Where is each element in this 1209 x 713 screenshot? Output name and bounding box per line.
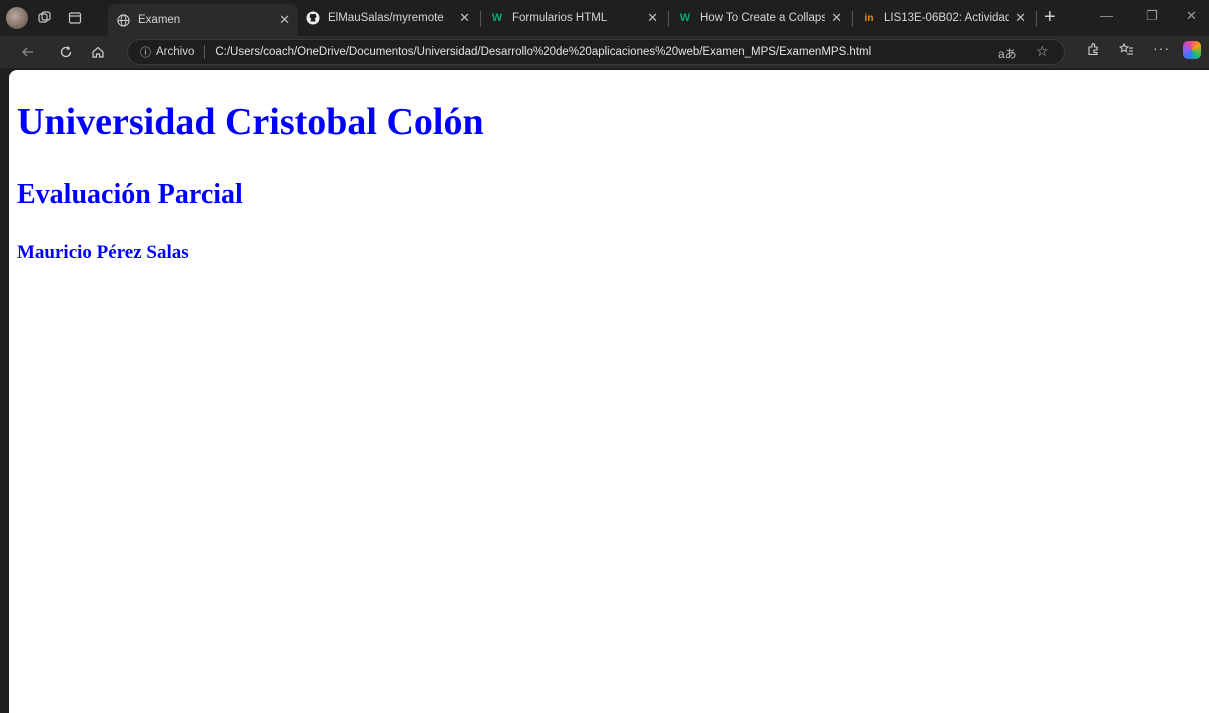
tab-actions-icon[interactable] — [62, 5, 88, 31]
globe-icon — [116, 13, 130, 27]
read-aloud-icon[interactable]: aあ — [998, 45, 1017, 62]
tab-divider — [852, 11, 853, 27]
tab-actividad[interactable]: in LIS13E-06B02: Actividad. 9 Eva ✕ — [854, 4, 1034, 32]
tab-close-icon[interactable]: ✕ — [1015, 10, 1026, 26]
more-options-icon[interactable]: ··· — [1153, 40, 1170, 56]
tab-divider — [480, 11, 481, 27]
info-icon[interactable]: ⓘ — [140, 44, 151, 60]
tab-divider — [668, 11, 669, 27]
page-heading: Universidad Cristobal Colón — [17, 101, 484, 143]
platform-icon: in — [864, 12, 874, 24]
w3schools-icon: W — [679, 12, 691, 24]
tab-close-icon[interactable]: ✕ — [647, 10, 658, 26]
copilot-icon[interactable] — [1183, 41, 1201, 59]
tab-close-icon[interactable]: ✕ — [459, 10, 470, 26]
back-icon[interactable] — [18, 42, 38, 62]
tab-collapsed-sidebar[interactable]: W How To Create a Collapsed Sid ✕ — [670, 4, 850, 32]
page-subheading: Evaluación Parcial — [17, 179, 243, 210]
address-bar[interactable]: ⓘ Archivo C:/Users/coach/OneDrive/Docume… — [127, 39, 1065, 65]
page-viewport: Universidad Cristobal Colón Evaluación P… — [9, 70, 1209, 713]
tab-title: Examen — [138, 14, 181, 26]
tab-formularios[interactable]: W Formularios HTML ✕ — [482, 4, 666, 32]
extensions-icon[interactable] — [1086, 42, 1100, 59]
refresh-icon[interactable] — [56, 42, 76, 62]
restore-icon[interactable]: ❐ — [1146, 8, 1158, 24]
tab-title: Formularios HTML — [512, 12, 608, 24]
tab-title: ElMauSalas/myremote — [328, 12, 444, 24]
tab-title: How To Create a Collapsed Sid — [700, 12, 826, 24]
tab-close-icon[interactable]: ✕ — [279, 12, 290, 28]
tab-examen[interactable]: Examen ✕ — [108, 4, 298, 36]
minimize-icon[interactable]: — — [1100, 8, 1113, 23]
new-tab-button[interactable]: + — [1044, 6, 1056, 28]
toolbar: ⓘ Archivo C:/Users/coach/OneDrive/Docume… — [0, 36, 1209, 68]
w3schools-icon: W — [491, 12, 503, 24]
favorite-star-icon[interactable]: ☆ — [1036, 43, 1049, 60]
author-name: Mauricio Pérez Salas — [17, 242, 189, 263]
window-close-icon[interactable]: ✕ — [1186, 8, 1197, 24]
tab-title: LIS13E-06B02: Actividad. 9 Eva — [884, 12, 1010, 24]
home-icon[interactable] — [88, 42, 108, 62]
tab-close-icon[interactable]: ✕ — [831, 10, 842, 26]
favorites-icon[interactable] — [1118, 42, 1134, 59]
address-divider — [204, 45, 206, 59]
github-icon — [306, 11, 320, 25]
workspaces-icon[interactable] — [32, 5, 58, 31]
profile-avatar[interactable] — [6, 7, 28, 29]
scheme-label: Archivo — [156, 46, 195, 58]
tab-github[interactable]: ElMauSalas/myremote ✕ — [298, 4, 478, 32]
tab-strip: Examen ✕ ElMauSalas/myremote ✕ W Formula… — [0, 0, 1209, 36]
tab-divider — [1036, 11, 1037, 27]
url-text[interactable]: C:/Users/coach/OneDrive/Documentos/Unive… — [215, 46, 871, 58]
